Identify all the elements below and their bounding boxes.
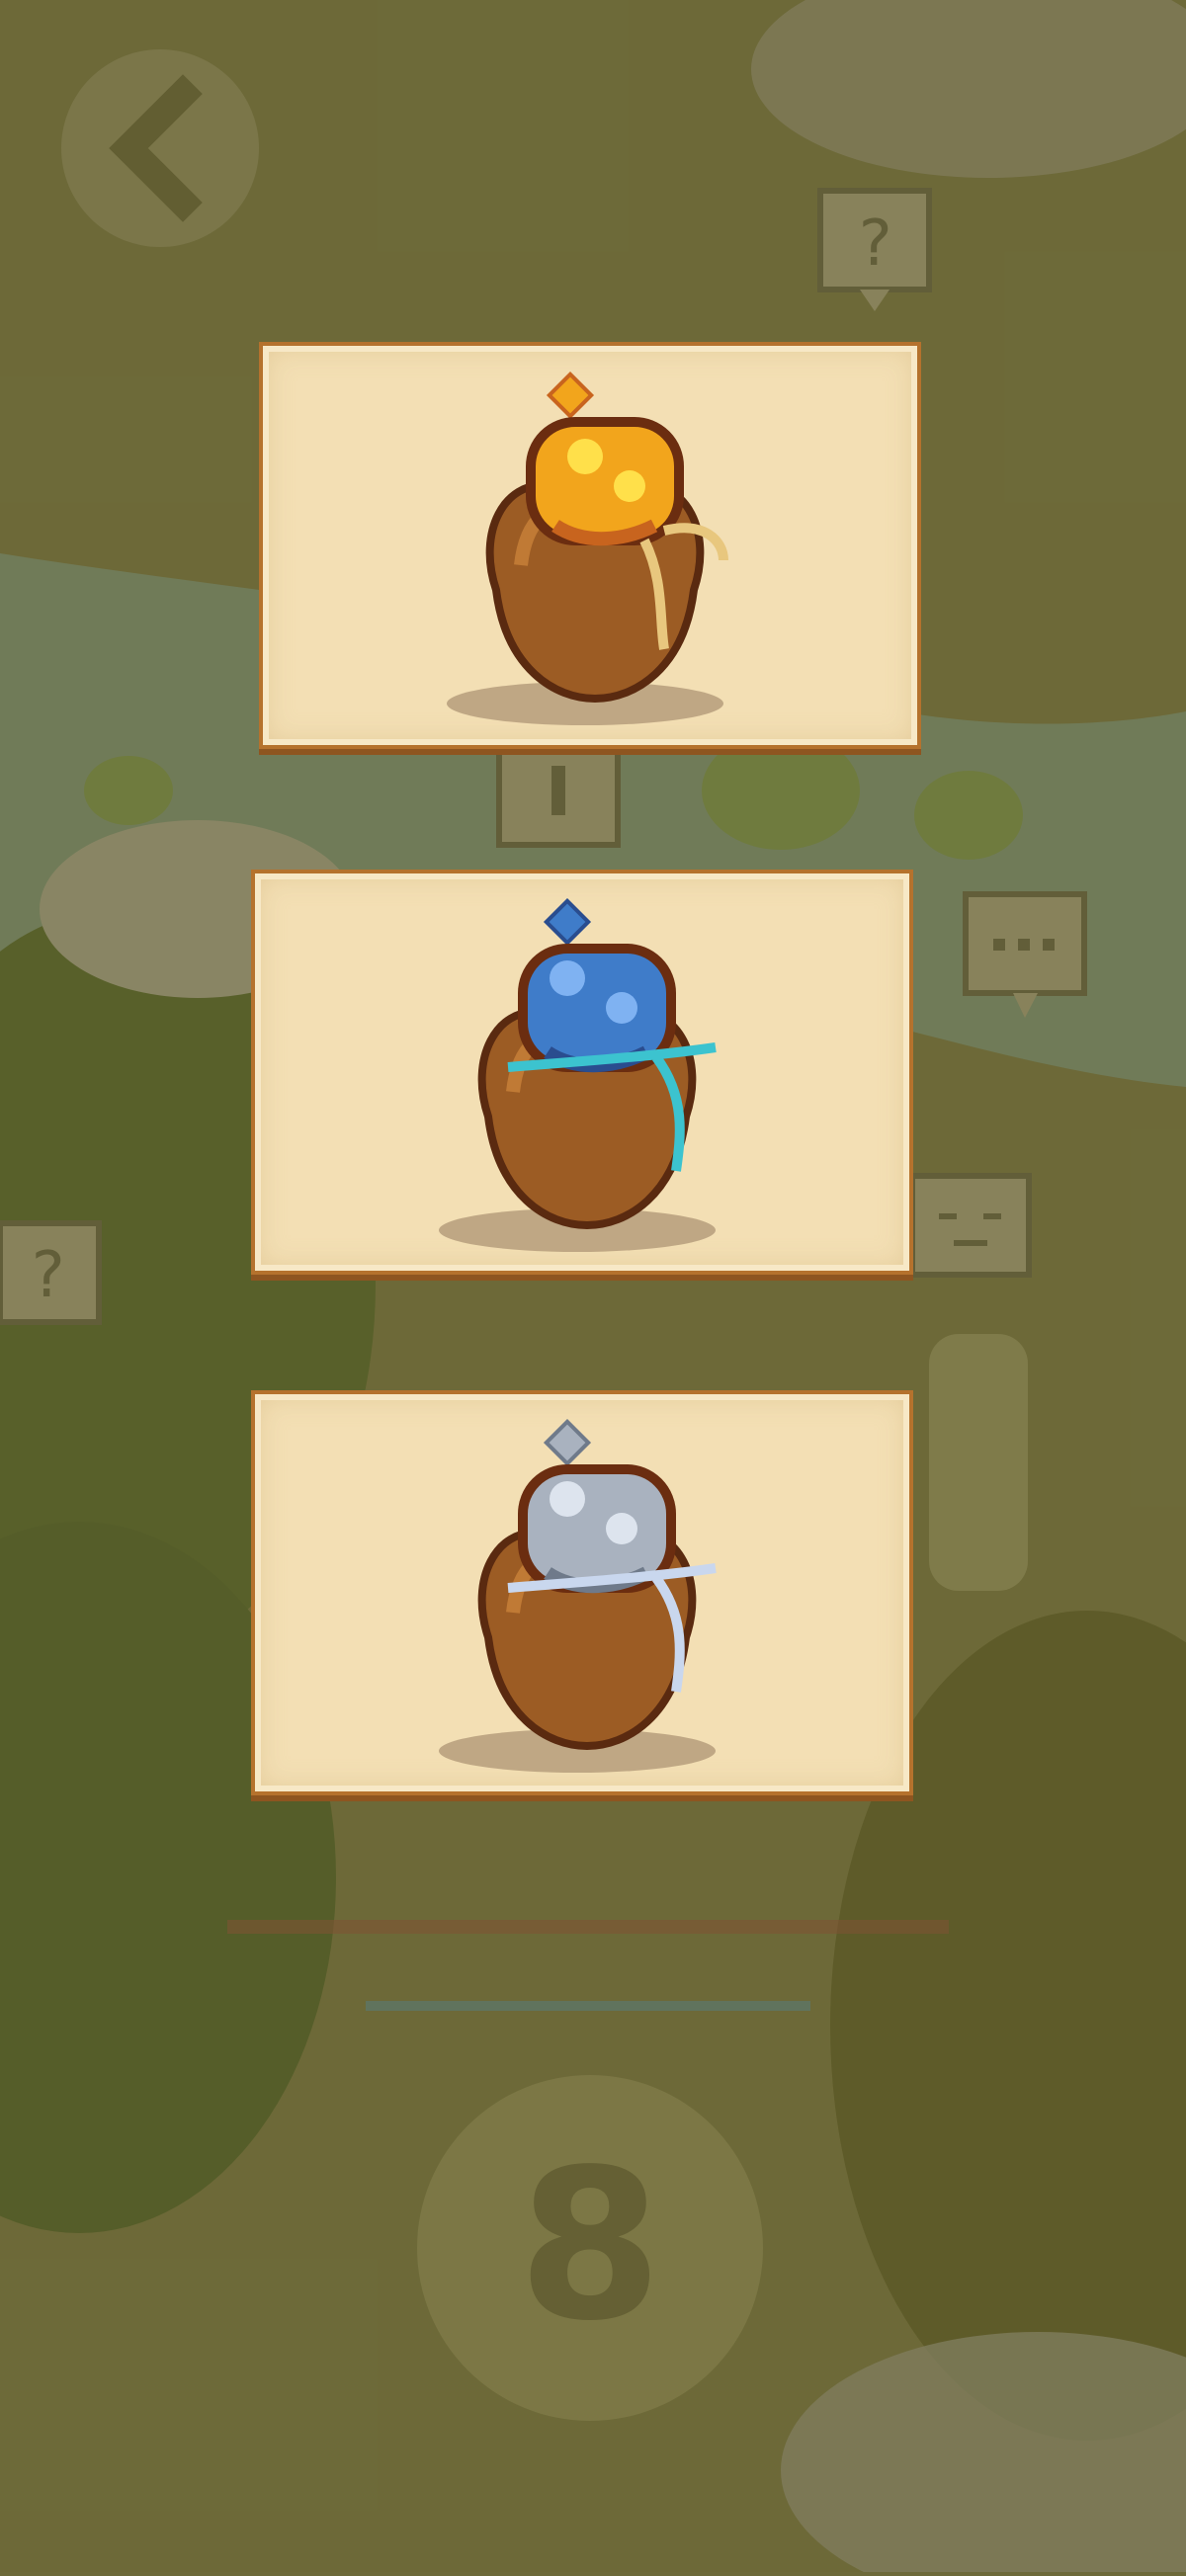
level-badge[interactable]: 8 xyxy=(417,2075,763,2421)
exclamation-bubble-icon[interactable] xyxy=(496,748,621,848)
gold-pouch-icon xyxy=(447,371,728,725)
question-mark-icon[interactable]: ? xyxy=(0,1220,102,1325)
blue-pouch-icon xyxy=(439,897,717,1252)
pouch-card-gold[interactable] xyxy=(259,342,921,749)
back-arrow-icon[interactable] xyxy=(61,49,259,247)
face-bubble-icon[interactable] xyxy=(909,1173,1032,1278)
svg-text:?: ? xyxy=(29,1239,67,1312)
pouch-card-silver[interactable] xyxy=(251,1390,913,1795)
svg-text:?: ? xyxy=(856,208,894,281)
silver-pouch-icon xyxy=(439,1418,717,1773)
pouch-card-blue[interactable] xyxy=(251,870,913,1275)
level-number: 8 xyxy=(518,2124,662,2367)
